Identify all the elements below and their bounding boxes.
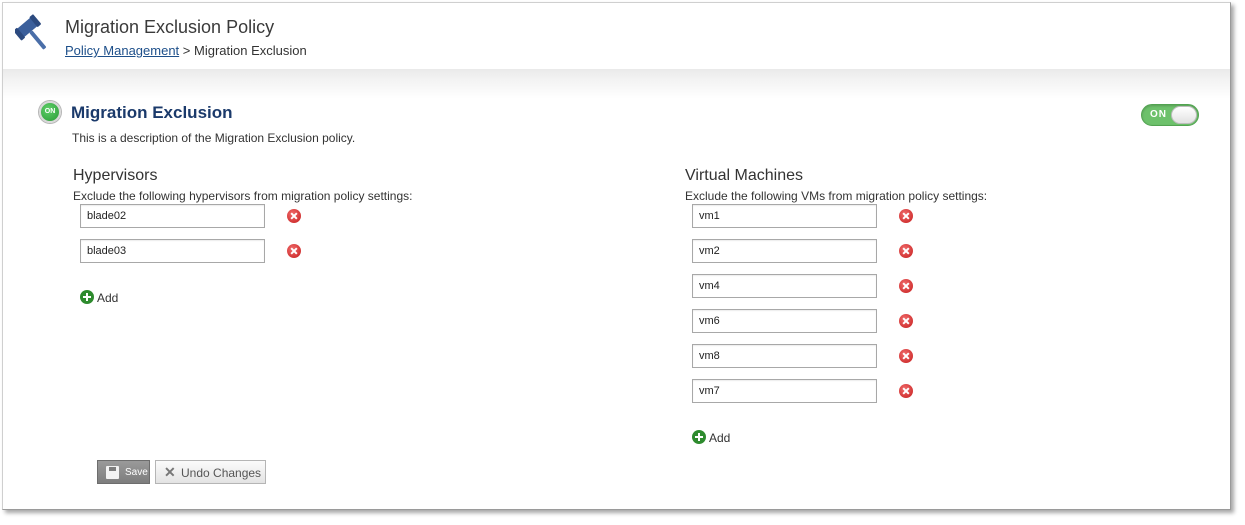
- breadcrumb-current: Migration Exclusion: [194, 43, 307, 58]
- add-icon: [692, 430, 706, 444]
- save-label: Save: [125, 467, 148, 478]
- remove-icon[interactable]: [287, 209, 301, 223]
- vm-input[interactable]: [692, 239, 877, 263]
- remove-icon[interactable]: [287, 244, 301, 258]
- hypervisors-title: Hypervisors: [73, 167, 158, 184]
- remove-icon[interactable]: [899, 279, 913, 293]
- close-icon: ✕: [164, 464, 176, 480]
- save-icon: [106, 466, 119, 479]
- remove-icon[interactable]: [899, 314, 913, 328]
- breadcrumb-link-policy-management[interactable]: Policy Management: [65, 43, 179, 58]
- toggle-label: ON: [1150, 109, 1167, 120]
- add-hypervisor-label: Add: [97, 291, 119, 305]
- remove-icon[interactable]: [899, 384, 913, 398]
- vms-title: Virtual Machines: [685, 167, 803, 184]
- add-icon: [80, 290, 94, 304]
- vms-subtitle: Exclude the following VMs from migration…: [685, 189, 988, 203]
- remove-icon[interactable]: [899, 349, 913, 363]
- section-description: This is a description of the Migration E…: [72, 131, 356, 145]
- toggle-knob: [1171, 106, 1197, 124]
- status-badge: ON: [39, 101, 61, 123]
- add-vm-label: Add: [709, 431, 731, 445]
- gavel-icon: [15, 14, 47, 50]
- vm-input[interactable]: [692, 379, 877, 403]
- policy-toggle[interactable]: ON: [1141, 104, 1199, 126]
- app-window: Migration Exclusion Policy Policy Manage…: [2, 2, 1231, 510]
- hypervisor-input[interactable]: [80, 239, 265, 263]
- breadcrumb: Policy Management > Migration Exclusion: [65, 43, 307, 58]
- undo-changes-button[interactable]: ✕ Undo Changes: [155, 460, 266, 484]
- undo-label: Undo Changes: [181, 466, 262, 480]
- page-title: Migration Exclusion Policy: [65, 17, 275, 37]
- page-header: Migration Exclusion Policy Policy Manage…: [3, 3, 1230, 69]
- vm-input[interactable]: [692, 204, 877, 228]
- vm-input[interactable]: [692, 344, 877, 368]
- hypervisor-input[interactable]: [80, 204, 265, 228]
- section-title: Migration Exclusion: [71, 103, 233, 122]
- vm-input[interactable]: [692, 274, 877, 298]
- remove-icon[interactable]: [899, 209, 913, 223]
- add-vm-button[interactable]: Add: [692, 430, 730, 445]
- hypervisors-subtitle: Exclude the following hypervisors from m…: [73, 189, 413, 203]
- header-divider: [3, 65, 1230, 99]
- save-button[interactable]: Save: [97, 460, 150, 484]
- vm-input[interactable]: [692, 309, 877, 333]
- add-hypervisor-button[interactable]: Add: [80, 290, 118, 305]
- breadcrumb-separator: >: [182, 43, 191, 58]
- remove-icon[interactable]: [899, 244, 913, 258]
